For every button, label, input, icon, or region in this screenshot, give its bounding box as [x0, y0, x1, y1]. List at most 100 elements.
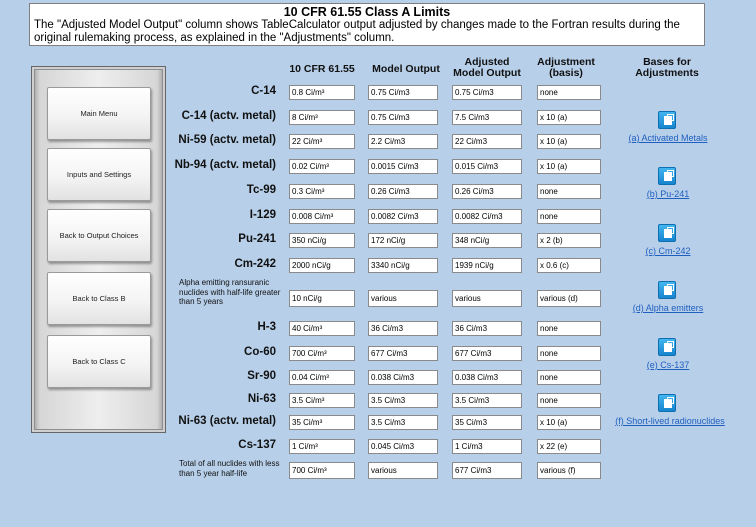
- adjustment-value: none: [537, 346, 601, 361]
- model-output-value: 0.75 Ci/m3: [368, 85, 438, 100]
- limit-value: 0.04 Ci/m³: [289, 370, 355, 385]
- adjustment-value: none: [537, 184, 601, 199]
- row-label: I-129: [249, 209, 276, 221]
- limit-value: 1 Ci/m³: [289, 439, 355, 454]
- header-box: 10 CFR 61.55 Class A Limits The "Adjuste…: [29, 3, 705, 46]
- adjustment-value: none: [537, 321, 601, 336]
- row-label: Co-60: [244, 346, 276, 358]
- adjusted-output-value: 0.0082 Ci/m3: [452, 209, 522, 224]
- adjustment-value: x 0.6 (c): [537, 258, 601, 273]
- link-activated-metals[interactable]: (a) Activated Metals: [615, 133, 721, 143]
- adjustment-value: none: [537, 393, 601, 408]
- row-label: H-3: [257, 321, 276, 333]
- adjustment-value: x 10 (a): [537, 159, 601, 174]
- row-label: Total of all nuclides with less than 5 y…: [179, 459, 280, 478]
- row-label: Ni-63 (actv. metal): [178, 415, 276, 427]
- adjustment-value: x 10 (a): [537, 415, 601, 430]
- model-output-value: 2.2 Ci/m3: [368, 134, 438, 149]
- row-label: Pu-241: [238, 233, 276, 245]
- limit-value: 3.5 Ci/m³: [289, 393, 355, 408]
- model-output-value: various: [368, 290, 438, 307]
- adjustment-value: various (d): [537, 290, 601, 307]
- row-label: Nb-94 (actv. metal): [174, 159, 276, 171]
- adjustment-value: none: [537, 209, 601, 224]
- limit-value: 22 Ci/m³: [289, 134, 355, 149]
- model-output-value: 0.038 Ci/m3: [368, 370, 438, 385]
- limit-value: 2000 nCi/g: [289, 258, 355, 273]
- adjusted-output-value: 36 Ci/m3: [452, 321, 522, 336]
- link-cm-242[interactable]: (c) Cm-242: [615, 246, 721, 256]
- adjustment-value: x 22 (e): [537, 439, 601, 454]
- column-header-limits: 10 CFR 61.55: [289, 63, 355, 75]
- alpha-emitters-doc-icon[interactable]: [658, 281, 676, 299]
- back-to-class-b-button[interactable]: Back to Class B: [47, 272, 151, 325]
- link-alpha-emitters[interactable]: (d) Alpha emitters: [615, 303, 721, 313]
- model-output-value: 0.75 Ci/m3: [368, 110, 438, 125]
- limit-value: 35 Ci/m³: [289, 415, 355, 430]
- limit-value: 0.02 Ci/m³: [289, 159, 355, 174]
- row-label: Ni-59 (actv. metal): [178, 134, 276, 146]
- row-label: C-14: [251, 85, 276, 97]
- adjusted-output-value: 0.015 Ci/m3: [452, 159, 522, 174]
- main-menu-button[interactable]: Main Menu: [47, 87, 151, 140]
- row-label: Alpha emitting ransuranic nuclides with …: [179, 278, 281, 306]
- model-output-value: 0.045 Ci/m3: [368, 439, 438, 454]
- cm-242-doc-icon[interactable]: [658, 224, 676, 242]
- model-output-value: various: [368, 462, 438, 479]
- adjusted-output-value: 1 Ci/m3: [452, 439, 522, 454]
- row-label: C-14 (actv. metal): [181, 110, 276, 122]
- adjusted-output-value: 7.5 Ci/m3: [452, 110, 522, 125]
- back-to-class-c-button[interactable]: Back to Class C: [47, 335, 151, 388]
- adjusted-output-value: 22 Ci/m3: [452, 134, 522, 149]
- column-header-adjusted-model-output: Adjusted Model Output: [453, 56, 521, 79]
- model-output-value: 3.5 Ci/m3: [368, 415, 438, 430]
- model-output-value: 3.5 Ci/m3: [368, 393, 438, 408]
- adjusted-output-value: 0.26 Ci/m3: [452, 184, 522, 199]
- adjusted-output-value: various: [452, 290, 522, 307]
- limit-value: 350 nCi/g: [289, 233, 355, 248]
- adjusted-output-value: 1939 nCi/g: [452, 258, 522, 273]
- column-header-model-output: Model Output: [372, 63, 440, 75]
- adjustment-value: x 10 (a): [537, 134, 601, 149]
- adjusted-output-value: 348 nCi/g: [452, 233, 522, 248]
- limit-value: 700 Ci/m³: [289, 346, 355, 361]
- row-label: Sr-90: [247, 370, 276, 382]
- limit-value: 700 Ci/m³: [289, 462, 355, 479]
- inputs-settings-button[interactable]: Inputs and Settings: [47, 148, 151, 201]
- limit-value: 0.8 Ci/m³: [289, 85, 355, 100]
- adjusted-output-value: 677 Ci/m3: [452, 462, 522, 479]
- back-to-output-choices-button[interactable]: Back to Output Choices: [47, 209, 151, 262]
- limit-value: 0.008 Ci/m³: [289, 209, 355, 224]
- row-label: Cs-137: [238, 439, 276, 451]
- page-title: 10 CFR 61.55 Class A Limits: [283, 5, 451, 19]
- adjusted-output-value: 677 Ci/m3: [452, 346, 522, 361]
- pu-241-doc-icon[interactable]: [658, 167, 676, 185]
- adjusted-output-value: 35 Ci/m3: [452, 415, 522, 430]
- adjusted-output-value: 0.75 Ci/m3: [452, 85, 522, 100]
- limit-value: 40 Ci/m³: [289, 321, 355, 336]
- model-output-value: 172 nCi/g: [368, 233, 438, 248]
- limit-value: 10 nCi/g: [289, 290, 355, 307]
- adjusted-output-value: 0.038 Ci/m3: [452, 370, 522, 385]
- adjustment-value: x 2 (b): [537, 233, 601, 248]
- link-cs-137[interactable]: (e) Cs-137: [615, 360, 721, 370]
- activated-metals-doc-icon[interactable]: [658, 111, 676, 129]
- model-output-value: 0.0082 Ci/m3: [368, 209, 438, 224]
- column-header-bases: Bases for Adjustments: [635, 56, 699, 79]
- cs-137-doc-icon[interactable]: [658, 338, 676, 356]
- row-label: Ni-63: [247, 393, 276, 405]
- adjustment-value: x 10 (a): [537, 110, 601, 125]
- short-lived-doc-icon[interactable]: [658, 394, 676, 412]
- limit-value: 8 Ci/m³: [289, 110, 355, 125]
- page-description: The "Adjusted Model Output" column shows…: [34, 19, 680, 44]
- model-output-value: 0.26 Ci/m3: [368, 184, 438, 199]
- link-short-lived-radionuclides[interactable]: (f) Short-lived radionuclides: [605, 416, 735, 426]
- adjustment-value: none: [537, 85, 601, 100]
- navigation-panel: Main Menu Inputs and Settings Back to Ou…: [31, 66, 166, 433]
- model-output-value: 0.0015 Ci/m3: [368, 159, 438, 174]
- model-output-value: 3340 nCi/g: [368, 258, 438, 273]
- adjustment-value: none: [537, 370, 601, 385]
- link-pu-241[interactable]: (b) Pu-241: [615, 189, 721, 199]
- column-header-adjustment: Adjustment (basis): [537, 56, 595, 79]
- row-label: Cm-242: [234, 258, 276, 270]
